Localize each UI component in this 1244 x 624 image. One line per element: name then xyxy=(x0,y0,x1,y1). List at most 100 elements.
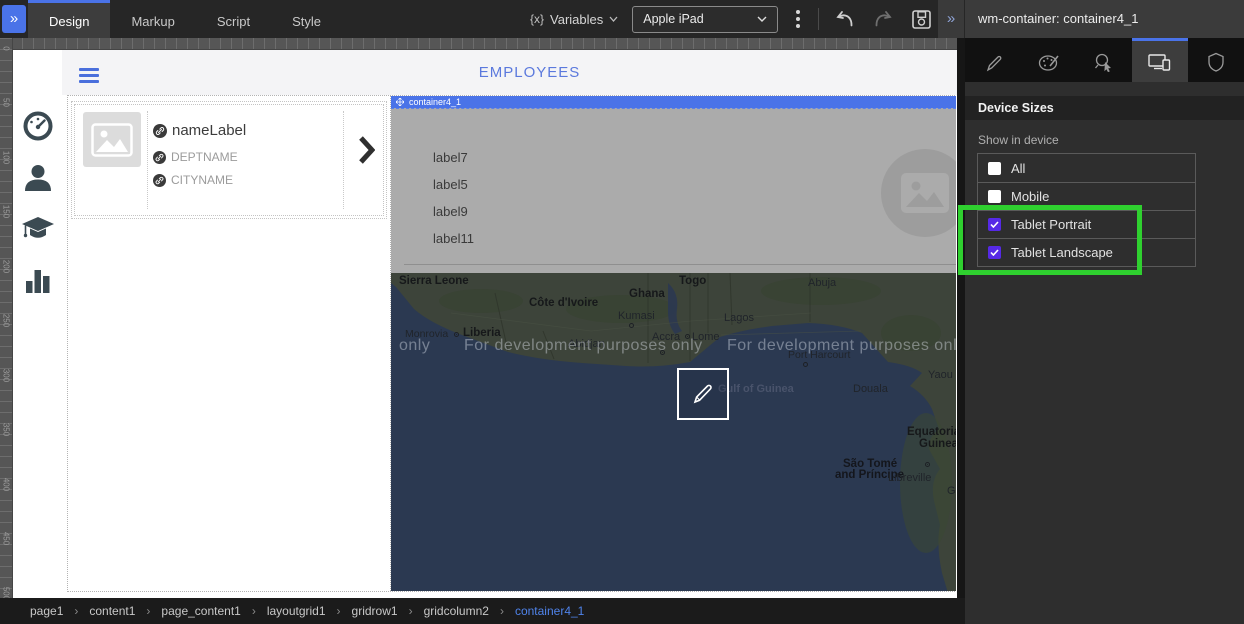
app-root: » Design Markup Script Style {x} Variabl… xyxy=(0,0,1244,624)
breadcrumb-separator: › xyxy=(409,604,413,618)
vertical-ruler: 0 50 100 150 200 250 300 350 400 450 500 xyxy=(0,38,13,598)
undo-button[interactable] xyxy=(833,7,857,31)
device-select-value: Apple iPad xyxy=(643,12,703,26)
breadcrumb-item[interactable]: layoutgrid1 xyxy=(267,604,326,618)
picture-icon xyxy=(901,173,949,213)
move-icon xyxy=(396,98,404,106)
selected-widget-tag[interactable]: container4_1 xyxy=(391,96,956,108)
chevrons-right-icon: » xyxy=(947,10,955,27)
breadcrumb-separator: › xyxy=(500,604,504,618)
save-button[interactable] xyxy=(909,7,933,31)
tab-design[interactable]: Design xyxy=(28,0,110,38)
devices-icon xyxy=(1148,52,1172,72)
city-marker xyxy=(629,323,634,328)
user-widget-button[interactable] xyxy=(22,162,54,194)
tab-script[interactable]: Script xyxy=(196,0,271,38)
chevron-down-icon xyxy=(609,16,618,22)
tab-events[interactable] xyxy=(1077,38,1133,82)
option-tablet-landscape[interactable]: Tablet Landscape xyxy=(978,238,1195,266)
show-in-device-label: Show in device xyxy=(978,133,1059,147)
map-label: Guinea xyxy=(919,438,956,450)
tab-security[interactable] xyxy=(1188,38,1244,82)
gauge-icon xyxy=(22,110,54,142)
breadcrumb-item[interactable]: page1 xyxy=(30,604,63,618)
breadcrumb-separator: › xyxy=(252,604,256,618)
cell-divider xyxy=(343,111,344,209)
device-options-list: All Mobile Tablet Portrait Tablet Landsc… xyxy=(977,153,1196,267)
checkbox[interactable] xyxy=(988,218,1001,231)
watermark: For development purposes only xyxy=(464,337,703,355)
breadcrumb-item[interactable]: page_content1 xyxy=(161,604,240,618)
mode-tabs: Design Markup Script Style xyxy=(28,0,342,38)
city-marker xyxy=(454,332,459,337)
tab-markup[interactable]: Markup xyxy=(110,0,195,38)
watermark: For development purposes only xyxy=(727,337,956,355)
canvas-scroll-gutter[interactable] xyxy=(957,38,965,598)
breadcrumb-item[interactable]: gridrow1 xyxy=(352,604,398,618)
name-label-widget[interactable]: nameLabel xyxy=(153,122,246,139)
map-label: Ghana xyxy=(629,288,665,300)
container-widget[interactable]: label7 label5 label9 label11 xyxy=(391,108,956,273)
dept-label-widget[interactable]: DEPTNAME xyxy=(153,150,238,164)
list-widget[interactable]: nameLabel DEPTNAME CITYNAME xyxy=(71,101,387,219)
inspector-tabs xyxy=(965,38,1244,82)
map-widget[interactable]: Sierra Leone Côte d'Ivoire Ghana Togo Ab… xyxy=(391,273,956,591)
map-label: Sierra Leone xyxy=(399,275,469,287)
list-item[interactable]: nameLabel DEPTNAME CITYNAME xyxy=(74,104,384,216)
panel-collapse-button[interactable]: » xyxy=(2,5,26,33)
map-graphic xyxy=(391,273,956,591)
option-mobile[interactable]: Mobile xyxy=(978,182,1195,210)
inspect-cursor-icon xyxy=(1093,52,1115,72)
device-select[interactable]: Apple iPad xyxy=(632,6,778,33)
breadcrumb-item-current[interactable]: container4_1 xyxy=(515,604,584,618)
checkbox[interactable] xyxy=(988,190,1001,203)
redo-icon xyxy=(872,9,894,29)
map-label: Ga xyxy=(947,485,956,497)
tab-styles[interactable] xyxy=(1021,38,1077,82)
graduation-cap-icon xyxy=(21,213,55,243)
breadcrumb-separator: › xyxy=(74,604,78,618)
map-label: Côte d'Ivoire xyxy=(529,297,598,309)
checkbox[interactable] xyxy=(988,246,1001,259)
bind-link-icon xyxy=(153,174,166,187)
map-edit-button[interactable] xyxy=(677,368,729,420)
toolbar-expand-button[interactable]: » xyxy=(938,0,964,38)
variables-dropdown[interactable]: {x} Variables xyxy=(530,12,618,27)
user-icon xyxy=(22,162,54,194)
shield-icon xyxy=(1207,52,1225,72)
inspector-panel: wm-container: container4_1 Device Sizes … xyxy=(965,0,1244,624)
image-placeholder[interactable] xyxy=(83,112,141,167)
city-label-widget[interactable]: CITYNAME xyxy=(153,173,233,187)
label-widget[interactable]: label7 xyxy=(433,150,468,165)
bind-link-icon xyxy=(153,124,167,138)
option-all[interactable]: All xyxy=(978,154,1195,182)
option-label: Tablet Landscape xyxy=(1011,245,1113,260)
education-widget-button[interactable] xyxy=(21,213,55,243)
picture-icon xyxy=(91,123,133,157)
tab-style[interactable]: Style xyxy=(271,0,342,38)
device-sizes-section-header: Device Sizes xyxy=(965,96,1244,120)
label-widget[interactable]: label9 xyxy=(433,204,468,219)
tab-device-sizes[interactable] xyxy=(1132,38,1188,82)
kebab-menu-icon[interactable] xyxy=(792,10,804,28)
tab-properties[interactable] xyxy=(965,38,1021,82)
grid-column-1: nameLabel DEPTNAME CITYNAME xyxy=(68,96,391,591)
map-label: Douala xyxy=(853,383,888,395)
option-tablet-portrait[interactable]: Tablet Portrait xyxy=(978,210,1195,238)
list-item-arrow[interactable] xyxy=(357,135,375,165)
city-marker xyxy=(925,462,930,467)
edit-pencil-icon xyxy=(690,381,716,407)
breadcrumb-item[interactable]: gridcolumn2 xyxy=(424,604,489,618)
redo-button[interactable] xyxy=(871,7,895,31)
map-label: Abuja xyxy=(808,277,836,289)
breadcrumb-item[interactable]: content1 xyxy=(89,604,135,618)
page-title[interactable]: EMPLOYEES xyxy=(62,64,957,81)
mobile-navbar: EMPLOYEES xyxy=(62,50,957,95)
label-widget[interactable]: label5 xyxy=(433,177,468,192)
charts-widget-button[interactable] xyxy=(23,265,53,295)
dashboard-widget-button[interactable] xyxy=(22,110,54,142)
checkbox[interactable] xyxy=(988,162,1001,175)
option-label: Mobile xyxy=(1011,189,1049,204)
label-widget[interactable]: label11 xyxy=(433,231,474,246)
widget-breadcrumb: page1 › content1 › page_content1 › layou… xyxy=(0,598,965,624)
